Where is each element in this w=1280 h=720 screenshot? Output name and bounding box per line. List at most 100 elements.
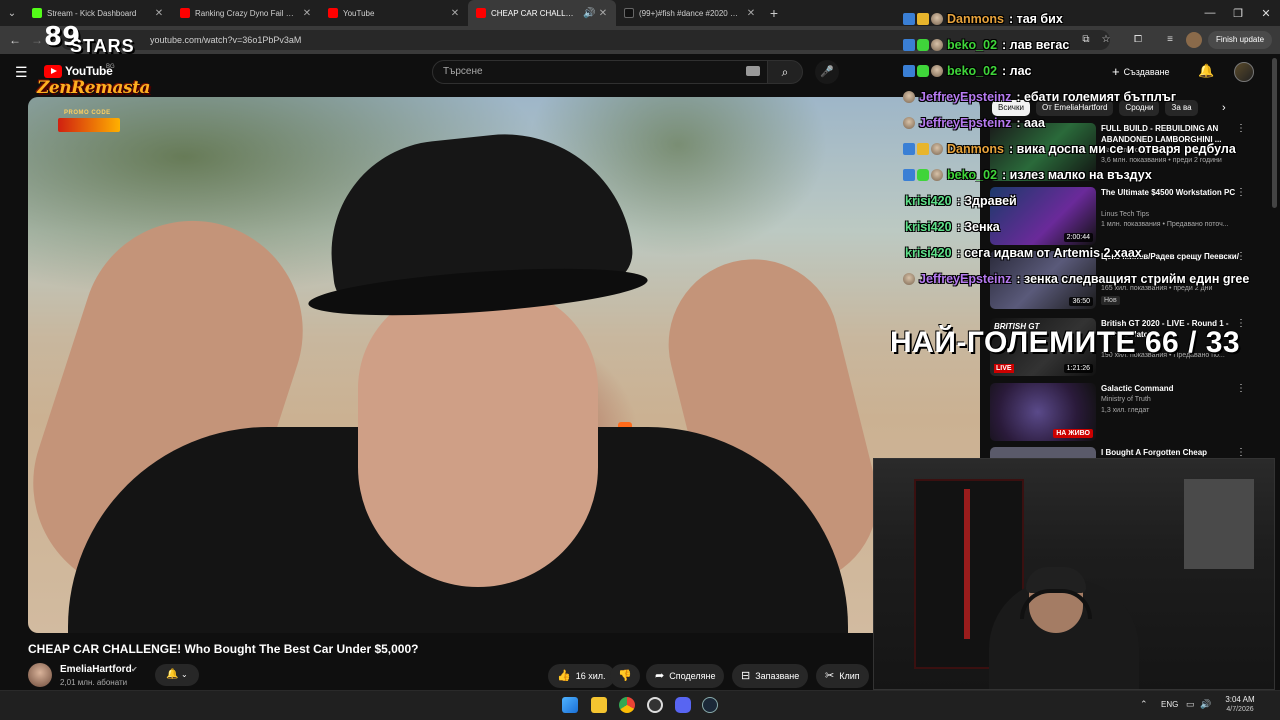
like-button[interactable]: 👍 16 хил. <box>548 664 615 688</box>
video-thumbnail[interactable]: НА ЖИВО <box>990 383 1096 441</box>
emote-avatar-icon <box>931 169 943 181</box>
finish-update-button[interactable]: Finish update <box>1208 31 1273 49</box>
clock-time[interactable]: 3:04 AM <box>1222 695 1258 704</box>
volume-icon[interactable]: 🔊 <box>1200 699 1211 710</box>
chat-username: krisi420 <box>905 246 952 260</box>
emote-avatar-icon <box>903 117 915 129</box>
bookmark-star-icon[interactable]: ☆ <box>1098 32 1114 48</box>
chat-message: beko_02: лас <box>903 62 1032 80</box>
browser-tab[interactable]: (99+)#fish #dance #2020 #fun ✕ <box>616 0 764 26</box>
tab-title: YouTube <box>343 8 375 18</box>
verified-badge-icon <box>903 39 915 51</box>
save-label: Запазване <box>755 671 800 681</box>
maximize-icon[interactable]: ❐ <box>1224 0 1252 26</box>
new-badge: Нов <box>1101 296 1120 305</box>
show-hidden-icons-icon[interactable]: ⌃ <box>1140 699 1148 710</box>
chat-text: : тая бих <box>1008 12 1063 26</box>
windows-start-icon[interactable] <box>562 697 578 713</box>
back-icon[interactable]: ← <box>6 31 24 49</box>
share-label: Споделяне <box>669 671 716 681</box>
profile-icon[interactable] <box>1186 32 1202 48</box>
emote-avatar-icon <box>931 143 943 155</box>
subscriber-badge-icon <box>917 169 929 181</box>
chevron-right-icon[interactable]: › <box>1222 102 1226 114</box>
chat-username: beko_02 <box>947 38 998 52</box>
tab-search-menu-icon[interactable]: ⌄ <box>0 0 24 26</box>
video-title: CHEAP CAR CHALLENGE! Who Bought The Best… <box>28 642 419 656</box>
chat-message: beko_02: излез малко на въздух <box>903 166 1152 184</box>
tab-title: CHEAP CAR CHALLENGE! W <box>491 8 578 18</box>
page-scrollbar[interactable] <box>1272 58 1277 208</box>
hamburger-menu-icon[interactable]: ☰ <box>15 64 28 81</box>
verified-badge-icon <box>903 65 915 77</box>
media-controls-icon[interactable]: ≡ <box>1162 32 1178 48</box>
extensions-icon[interactable]: ⧠ <box>1130 32 1146 48</box>
channel-name[interactable]: EmeliaHartford <box>60 664 132 675</box>
chat-text: : Здравей <box>956 194 1017 208</box>
file-explorer-icon[interactable] <box>591 697 607 713</box>
more-options-icon[interactable]: ⋮ <box>1236 383 1246 394</box>
new-tab-button[interactable]: + <box>764 5 784 21</box>
chat-username: JeffreyEpsteinz <box>919 116 1012 130</box>
save-button[interactable]: ⊟ Запазване <box>732 664 809 688</box>
more-options-icon[interactable]: ⋮ <box>1236 447 1246 458</box>
vip-badge-icon <box>917 13 929 25</box>
more-options-icon[interactable]: ⋮ <box>1236 251 1246 262</box>
clock-date[interactable]: 4/7/2026 <box>1218 706 1262 713</box>
browser-tab[interactable]: Ranking Crazy Dyno Fail Mome ✕ <box>172 0 320 26</box>
cast-icon[interactable]: ⧉ <box>1078 32 1094 48</box>
more-options-icon[interactable]: ⋮ <box>1236 123 1246 134</box>
close-tab-icon[interactable]: ✕ <box>450 8 460 19</box>
obs-icon[interactable] <box>647 697 663 713</box>
chat-text: : излез малко на въздух <box>1002 168 1152 182</box>
steam-icon[interactable] <box>702 697 718 713</box>
chrome-icon[interactable] <box>619 697 635 713</box>
discord-icon[interactable] <box>675 697 691 713</box>
chat-text: : зенка следващият стрийм един gree <box>1016 272 1250 286</box>
recommendation-title: The Ultimate $4500 Workstation PC <box>1101 188 1236 197</box>
input-language[interactable]: ENG <box>1161 700 1178 709</box>
account-avatar[interactable] <box>1234 62 1254 82</box>
voice-search-button[interactable]: 🎤 <box>815 60 839 84</box>
stream-counter: НАЙ-ГОЛЕМИТЕ 66 / 33 <box>890 326 1241 359</box>
network-icon[interactable]: ▭ <box>1186 699 1195 710</box>
create-button[interactable]: + Създаване <box>1112 62 1170 82</box>
thumbs-up-icon: 👍 <box>557 670 571 682</box>
subscriber-badge-icon <box>917 39 929 51</box>
scissors-icon: ✂ <box>825 670 835 682</box>
browser-tab-active[interactable]: CHEAP CAR CHALLENGE! W 🔊 ✕ <box>468 0 616 26</box>
close-tab-icon[interactable]: ✕ <box>302 8 312 19</box>
recommendation-meta: 1,3 хил. гледат <box>1101 407 1150 414</box>
clip-button[interactable]: ✂ Клип <box>816 664 869 688</box>
youtube-logo[interactable]: YouTube BG <box>44 64 115 78</box>
subscription-bell-button[interactable]: 🔔 ⌄ <box>155 664 199 686</box>
recommendation-item[interactable]: 2:00:44 The Ultimate $4500 Workstation P… <box>990 187 1262 245</box>
channel-avatar[interactable] <box>28 663 52 687</box>
chat-text: : вика доспа ми се и отваря редбула <box>1008 142 1236 156</box>
video-player[interactable] <box>28 97 980 633</box>
close-window-icon[interactable]: ✕ <box>1252 0 1280 26</box>
close-tab-icon[interactable]: ✕ <box>746 8 756 19</box>
more-options-icon[interactable]: ⋮ <box>1236 187 1246 198</box>
share-button[interactable]: ➦ Споделяне <box>646 664 725 688</box>
tiktok-favicon-icon <box>624 8 634 18</box>
recommendation-item[interactable]: НА ЖИВО Galactic Command Ministry of Tru… <box>990 383 1262 441</box>
dislike-button[interactable]: 👎 <box>610 664 640 688</box>
close-tab-icon[interactable]: ✕ <box>598 8 608 19</box>
minimize-icon[interactable]: — <box>1196 0 1224 26</box>
search-input[interactable]: Търсене <box>432 60 768 84</box>
chat-message: JeffreyEpsteinz: зенка следващият стрийм… <box>903 270 1249 288</box>
chat-username: krisi420 <box>905 194 952 208</box>
microphone-icon: 🎤 <box>820 66 834 78</box>
notifications-bell-icon[interactable]: 🔔 <box>1198 63 1214 79</box>
keyboard-icon[interactable] <box>746 66 760 76</box>
tab-title: (99+)#fish #dance #2020 #fun <box>639 8 741 18</box>
search-button[interactable]: ⌕ <box>767 60 803 84</box>
speaker-icon[interactable]: 🔊 <box>583 8 595 19</box>
browser-tab[interactable]: YouTube ✕ <box>320 0 468 26</box>
promo-code-label: PROMO CODE <box>64 110 111 116</box>
share-icon: ➦ <box>655 670 665 682</box>
tab-title: Stream - Kick Dashboard <box>47 8 137 18</box>
close-tab-icon[interactable]: ✕ <box>154 8 164 19</box>
youtube-favicon-icon <box>328 8 338 18</box>
